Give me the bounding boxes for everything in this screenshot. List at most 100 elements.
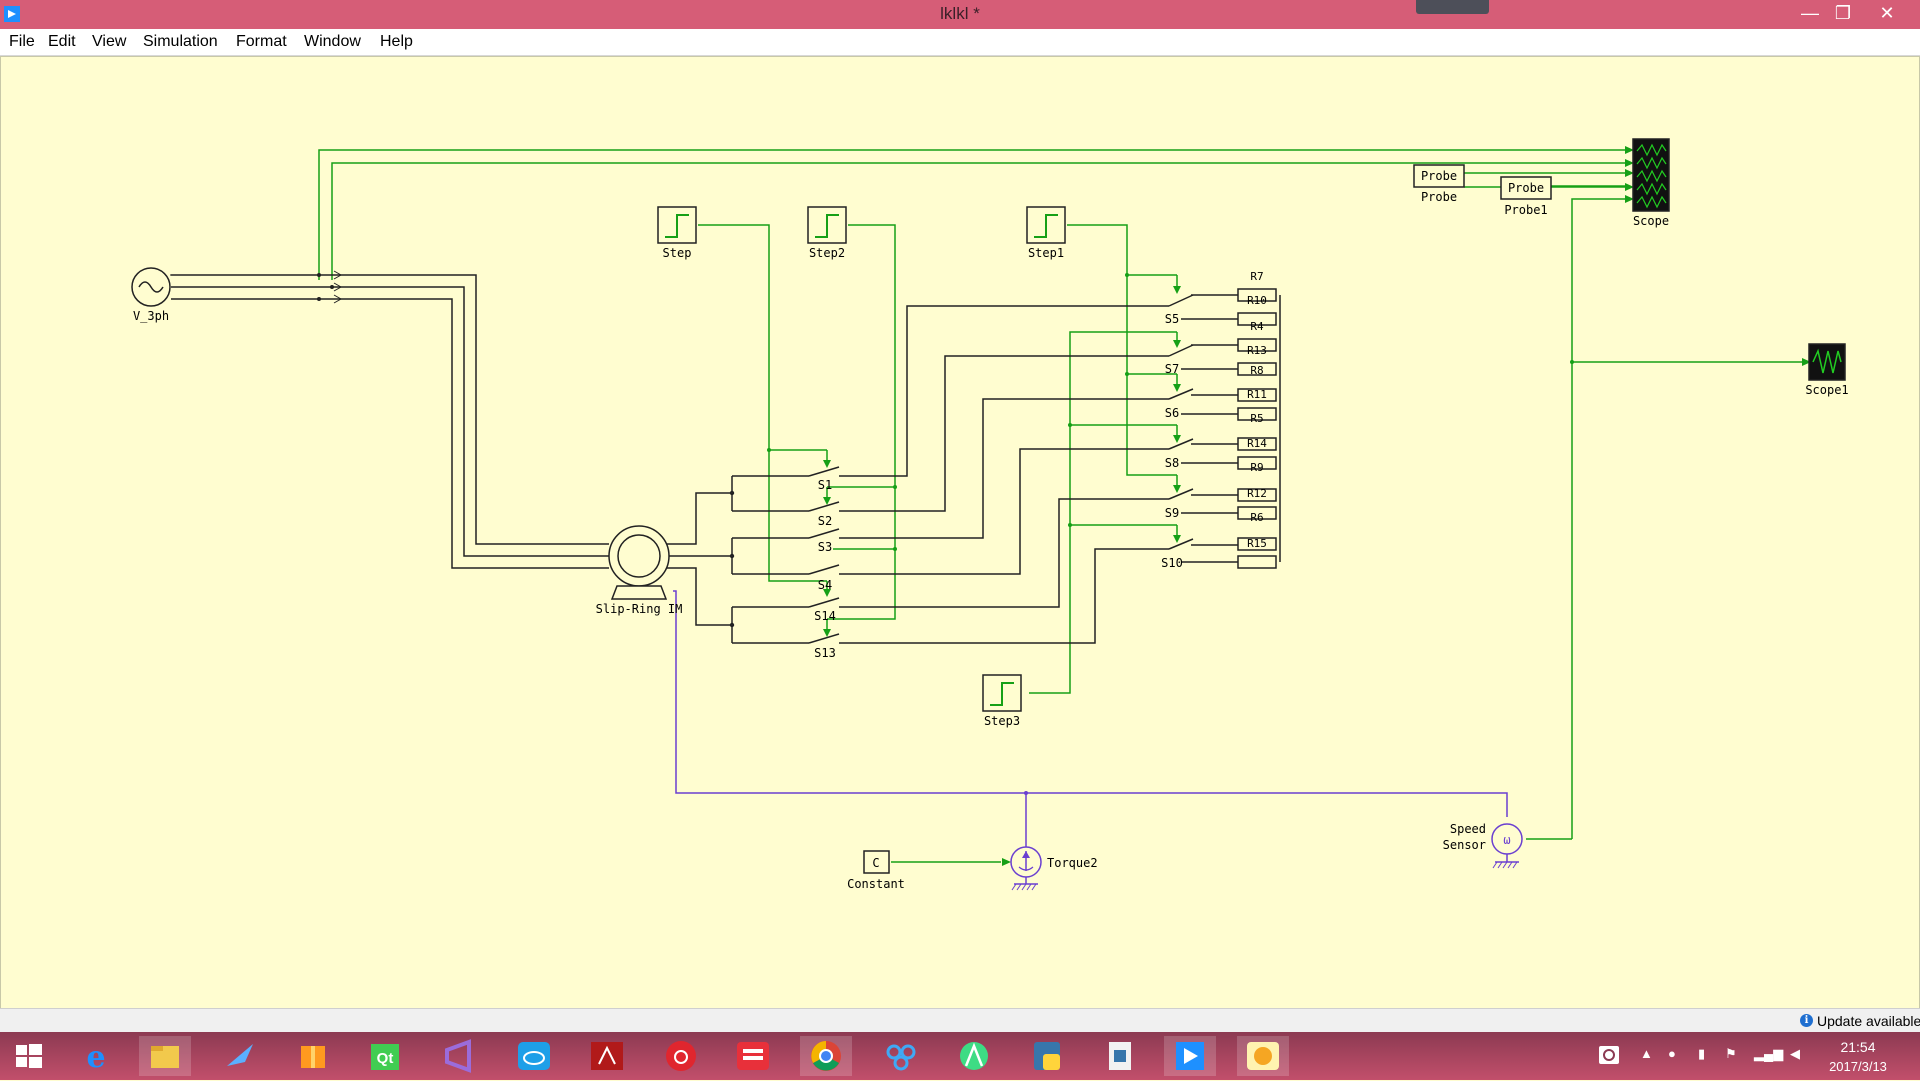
window-title: lklkl * bbox=[940, 4, 980, 23]
title-grip bbox=[1416, 0, 1489, 14]
resistor-label: R5 bbox=[1250, 412, 1263, 425]
info-icon: i bbox=[1800, 1014, 1813, 1027]
taskbar: e Qt bbox=[0, 1032, 1920, 1080]
switch-label: S9 bbox=[1165, 506, 1179, 520]
step-block-3[interactable] bbox=[1026, 206, 1066, 244]
power-wires bbox=[171, 274, 1281, 644]
battery-icon[interactable]: ▮ bbox=[1698, 1046, 1705, 1062]
resistor-label: R9 bbox=[1250, 461, 1263, 474]
constant-symbol: C bbox=[872, 856, 879, 870]
step-block-1[interactable] bbox=[657, 206, 697, 244]
junction-dots bbox=[317, 273, 735, 628]
switch-label: S13 bbox=[814, 646, 836, 660]
title-bar: lklkl * — ❐ ✕ bbox=[0, 0, 1920, 29]
flag-icon[interactable]: ⚑ bbox=[1725, 1046, 1737, 1062]
constant-block[interactable]: C bbox=[863, 850, 890, 874]
clock-time[interactable]: 21:54 bbox=[1818, 1039, 1898, 1055]
omega-symbol: ω bbox=[1503, 833, 1510, 847]
qt-creator-icon[interactable]: Qt bbox=[359, 1036, 411, 1076]
menu-edit[interactable]: Edit bbox=[48, 33, 76, 51]
svg-text:e: e bbox=[86, 1040, 105, 1075]
volume-icon[interactable]: ◀ bbox=[1790, 1046, 1800, 1062]
baidu-cloud-icon[interactable] bbox=[875, 1036, 927, 1076]
update-available-link[interactable]: Update available bbox=[1817, 1013, 1920, 1029]
switch-label: S1 bbox=[818, 478, 832, 492]
step-block-2[interactable] bbox=[807, 206, 847, 244]
menu-format[interactable]: Format bbox=[236, 33, 287, 51]
youdao-icon[interactable] bbox=[727, 1036, 779, 1076]
python-icon[interactable] bbox=[1021, 1036, 1073, 1076]
step3-label: Step3 bbox=[984, 714, 1020, 728]
resistor-label: R11 bbox=[1247, 388, 1267, 401]
minimize-button[interactable]: — bbox=[1793, 0, 1827, 26]
chrome-icon[interactable] bbox=[800, 1036, 852, 1076]
switch-label: S6 bbox=[1165, 406, 1179, 420]
speed-sensor-label-2: Sensor bbox=[1443, 838, 1486, 852]
constant-label: Constant bbox=[847, 877, 905, 891]
resistor-label: R8 bbox=[1250, 364, 1263, 377]
network-icon[interactable]: ▂▄▆ bbox=[1754, 1046, 1783, 1062]
menu-simulation[interactable]: Simulation bbox=[143, 33, 218, 51]
windows-start-icon[interactable] bbox=[2, 1036, 54, 1076]
mechanical-wires bbox=[673, 590, 1508, 851]
speed-sensor-label-1: Speed bbox=[1450, 822, 1486, 836]
scope1-block[interactable] bbox=[1808, 343, 1846, 381]
resistor-label: R15 bbox=[1247, 537, 1267, 550]
file-explorer-icon[interactable] bbox=[139, 1036, 191, 1076]
switch-label: S7 bbox=[1165, 362, 1179, 376]
schematic-canvas[interactable]: V_3ph Slip-Ring IM Step Step2 Step1 Step… bbox=[0, 56, 1920, 1009]
switch-label: S8 bbox=[1165, 456, 1179, 470]
close-button[interactable]: ✕ bbox=[1870, 0, 1904, 26]
cloud-app-icon[interactable] bbox=[508, 1036, 560, 1076]
svg-text:Qt: Qt bbox=[377, 1050, 394, 1067]
resistor-label: R6 bbox=[1250, 511, 1263, 524]
source-label: V_3ph bbox=[133, 309, 169, 323]
probe1-inner-label: Probe bbox=[1508, 181, 1544, 195]
resistor-label: R7 bbox=[1250, 270, 1263, 283]
python-file-icon[interactable] bbox=[1094, 1036, 1146, 1076]
switch-label: S10 bbox=[1161, 556, 1183, 570]
signal-arrowheads bbox=[823, 146, 1811, 866]
tray-expand-icon[interactable]: ▲ bbox=[1640, 1046, 1653, 1061]
chat-app-icon[interactable] bbox=[1237, 1036, 1289, 1076]
probe1-block[interactable]: Probe bbox=[1500, 176, 1552, 200]
feather-app-icon[interactable] bbox=[215, 1036, 267, 1076]
maximize-button[interactable]: ❐ bbox=[1826, 0, 1860, 26]
menu-file[interactable]: File bbox=[9, 33, 35, 51]
menu-view[interactable]: View bbox=[92, 33, 126, 51]
qq-tray-icon[interactable]: ● bbox=[1668, 1046, 1676, 1061]
probe-label: Probe bbox=[1421, 190, 1457, 204]
menu-bar: File Edit View Simulation Format Window … bbox=[0, 29, 1920, 56]
schematic-diagram: V_3ph Slip-Ring IM Step Step2 Step1 Step… bbox=[131, 138, 1849, 891]
psim-icon[interactable] bbox=[1164, 1036, 1216, 1076]
menu-window[interactable]: Window bbox=[304, 33, 361, 51]
menu-help[interactable]: Help bbox=[380, 33, 413, 51]
resistor-label: R10 bbox=[1247, 294, 1267, 307]
q-tray-icon[interactable] bbox=[1595, 1040, 1625, 1070]
acrobat-icon[interactable] bbox=[581, 1036, 633, 1076]
three-phase-source[interactable] bbox=[131, 267, 171, 307]
probe1-label: Probe1 bbox=[1504, 203, 1547, 217]
android-studio-icon[interactable] bbox=[948, 1036, 1000, 1076]
switch-label: S3 bbox=[818, 540, 832, 554]
visual-studio-icon[interactable] bbox=[433, 1036, 485, 1076]
probe-block[interactable]: Probe bbox=[1413, 164, 1465, 188]
switch-label: S14 bbox=[814, 609, 836, 623]
step-block-4[interactable] bbox=[982, 674, 1022, 712]
ie-icon[interactable]: e bbox=[70, 1036, 122, 1076]
package-app-icon[interactable] bbox=[287, 1036, 339, 1076]
speed-sensor[interactable]: ω bbox=[1491, 823, 1523, 869]
resistor-label: R13 bbox=[1247, 344, 1267, 357]
clock-date[interactable]: 2017/3/13 bbox=[1818, 1059, 1898, 1074]
switch-label: S2 bbox=[818, 514, 832, 528]
torque-source[interactable] bbox=[1010, 846, 1042, 891]
mechanical-junction bbox=[1024, 791, 1028, 795]
scope-block[interactable] bbox=[1632, 138, 1670, 212]
netease-music-icon[interactable] bbox=[655, 1036, 707, 1076]
torque-label: Torque2 bbox=[1047, 856, 1098, 870]
step-label: Step bbox=[663, 246, 692, 260]
slip-ring-motor[interactable] bbox=[608, 525, 670, 600]
probe-inner-label: Probe bbox=[1421, 169, 1457, 183]
motor-label: Slip-Ring IM bbox=[596, 602, 683, 616]
resistor-label: R4 bbox=[1250, 320, 1264, 333]
